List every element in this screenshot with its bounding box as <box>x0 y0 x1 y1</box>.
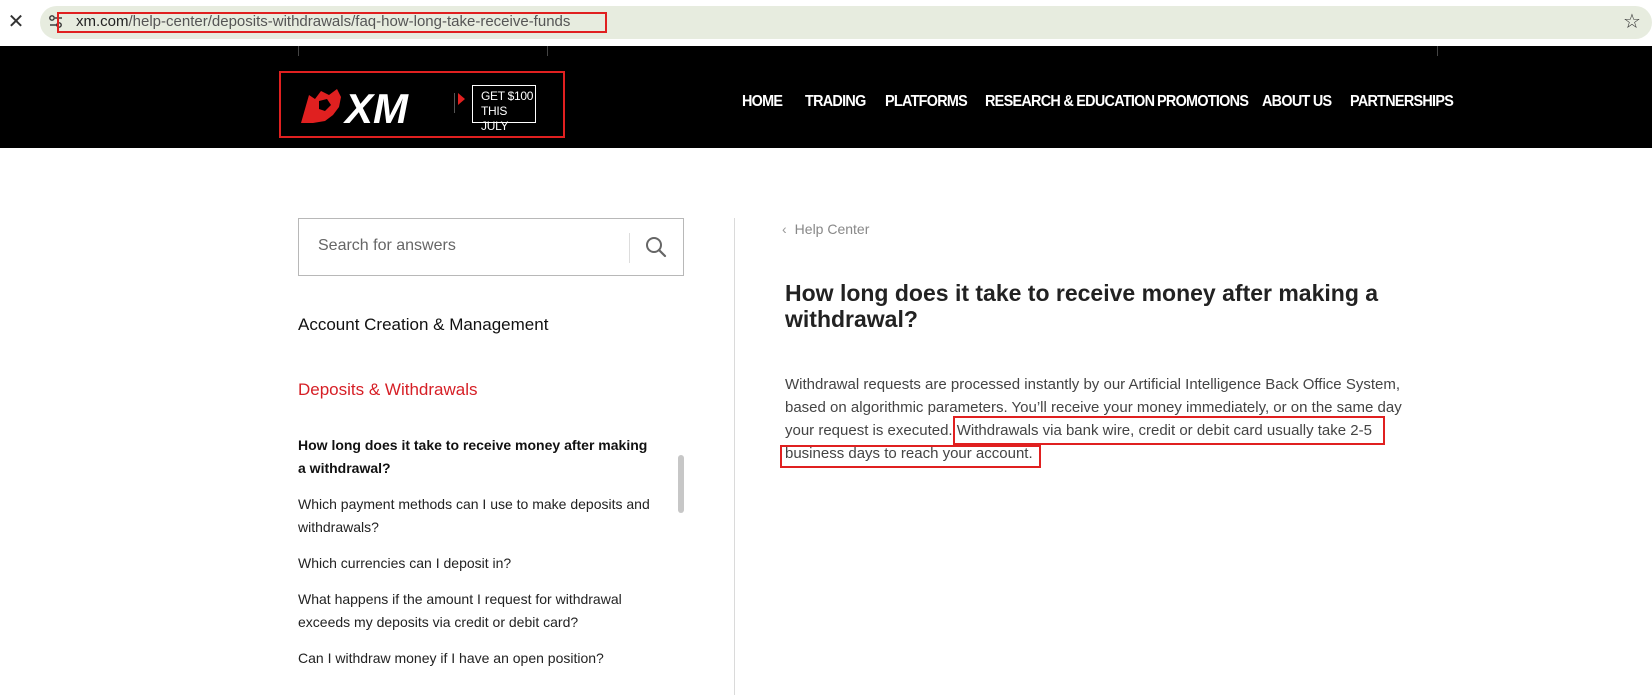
logo-text: XM <box>343 85 409 127</box>
search-input[interactable] <box>318 237 608 255</box>
faq-item[interactable]: Which currencies can I deposit in? <box>298 552 658 575</box>
category-deposits-withdrawals[interactable]: Deposits & Withdrawals <box>298 380 478 400</box>
faq-item[interactable]: Can I withdraw money if I have an open p… <box>298 647 658 670</box>
faq-item-active[interactable]: How long does it take to receive money a… <box>298 434 658 480</box>
close-icon[interactable]: ✕ <box>6 11 26 31</box>
column-divider <box>734 218 735 695</box>
logo-highlight-box: XM GET $100 THIS JULY <box>279 71 565 138</box>
page-title: How long does it take to receive money a… <box>785 280 1379 332</box>
promo-line-2: THIS JULY <box>481 104 509 133</box>
breadcrumb[interactable]: ‹ Help Center <box>782 221 869 237</box>
search-box <box>298 218 684 276</box>
faq-item[interactable]: What happens if the amount I request for… <box>298 588 658 634</box>
browser-toolbar: ✕ xm.com/help-center/deposits-withdrawal… <box>0 0 1652 46</box>
category-account-creation[interactable]: Account Creation & Management <box>298 315 548 335</box>
breadcrumb-label: Help Center <box>794 221 870 237</box>
answer-highlight-box-2 <box>780 445 1041 468</box>
nav-item-about-us[interactable]: ABOUT US <box>1262 93 1332 111</box>
faq-list: How long does it take to receive money a… <box>298 434 658 683</box>
promo-arrow-icon <box>458 93 465 105</box>
faq-item[interactable]: Which payment methods can I use to make … <box>298 493 658 539</box>
promo-badge[interactable]: GET $100 THIS JULY <box>472 85 536 133</box>
nav-item-partnerships[interactable]: PARTNERSHIPS <box>1350 93 1454 111</box>
bookmark-star-icon[interactable]: ☆ <box>1623 11 1641 31</box>
answer-highlight-box-1 <box>953 416 1385 445</box>
search-divider <box>629 233 630 263</box>
sidebar-scrollbar[interactable] <box>678 455 684 513</box>
nav-item-trading[interactable]: TRADING <box>805 93 866 111</box>
xm-logo[interactable]: XM <box>299 85 449 127</box>
nav-item-platforms[interactable]: PLATFORMS <box>885 93 968 111</box>
top-strip <box>0 46 1652 56</box>
url-highlight-box <box>57 12 607 33</box>
search-icon[interactable] <box>645 236 667 258</box>
nav-item-home[interactable]: HOME <box>742 93 783 111</box>
chevron-left-icon: ‹ <box>782 221 787 237</box>
promo-divider <box>454 93 455 113</box>
promo-line-1: GET $100 <box>481 89 534 103</box>
nav-item-research-education[interactable]: RESEARCH & EDUCATION <box>985 93 1155 111</box>
main-navigation: XM GET $100 THIS JULY HOME TRADING PLATF… <box>0 56 1652 148</box>
nav-item-promotions[interactable]: PROMOTIONS <box>1157 93 1249 111</box>
